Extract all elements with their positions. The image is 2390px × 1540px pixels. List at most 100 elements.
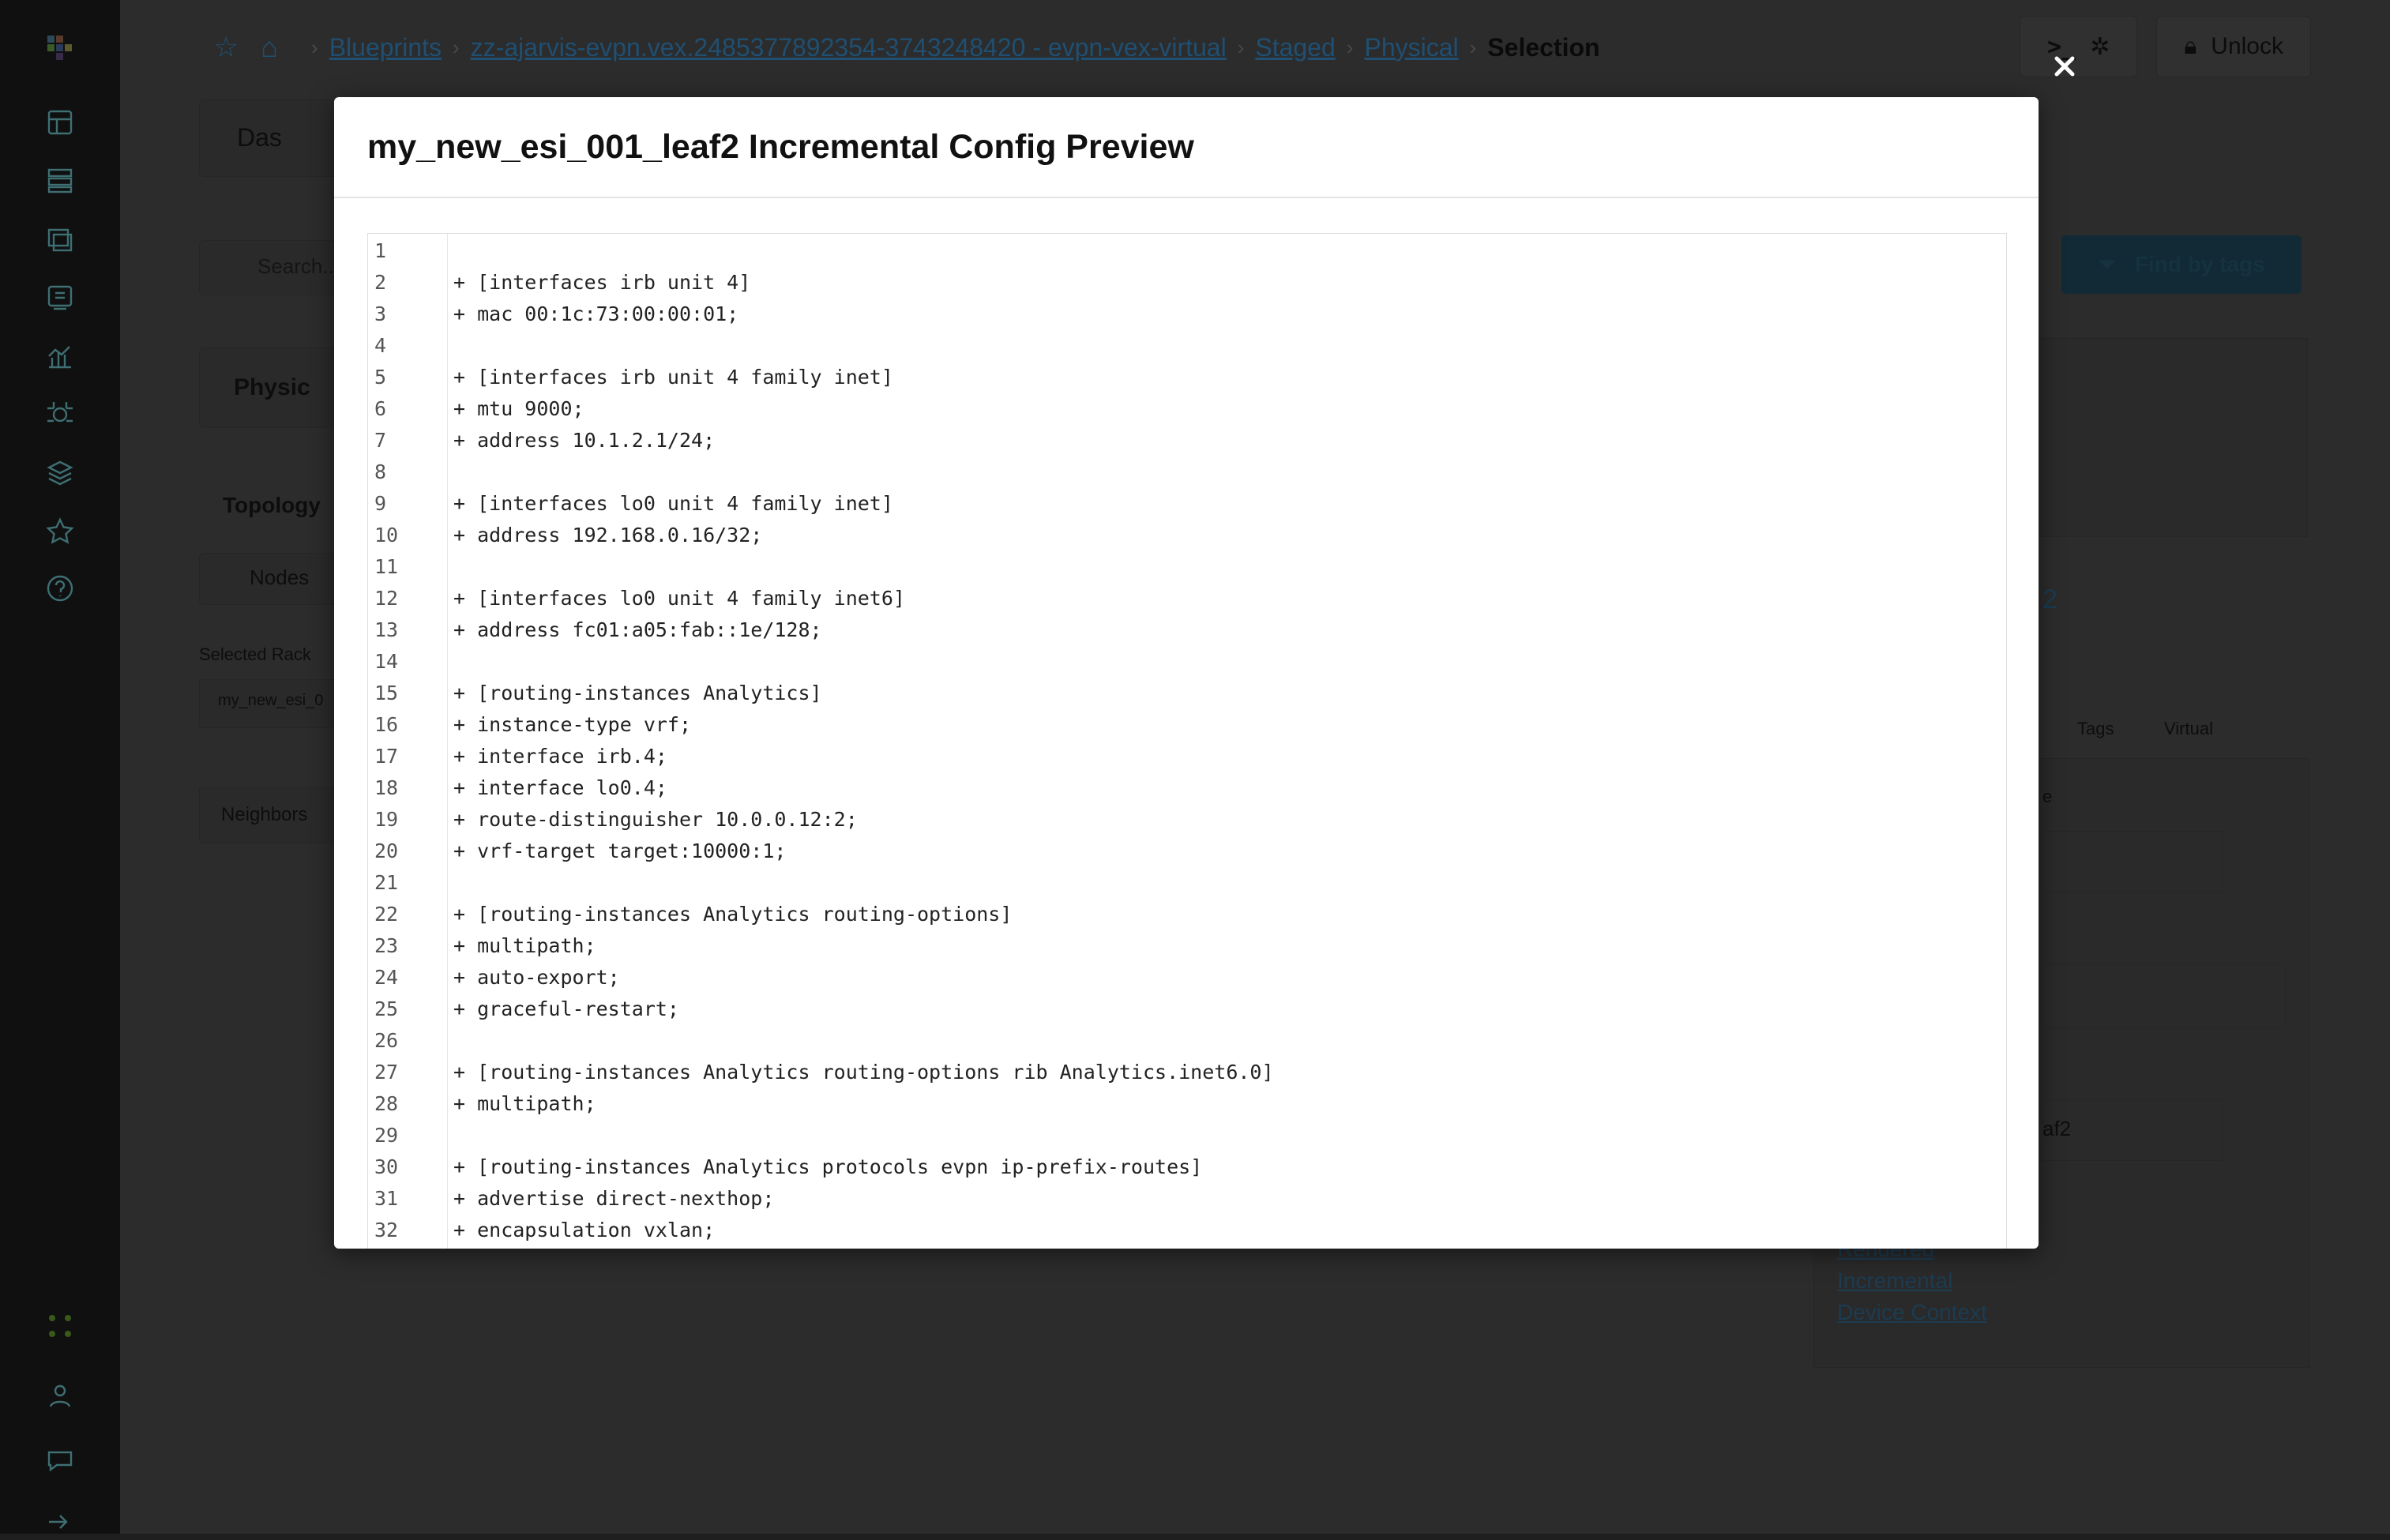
line-text: + interface irb.4; xyxy=(453,745,667,768)
code-line: 9 + [interfaces lo0 unit 4 family inet] xyxy=(368,488,2006,520)
modal-title: my_new_esi_001_leaf2 Incremental Config … xyxy=(367,127,1194,166)
line-number: 24 xyxy=(374,966,399,989)
line-text xyxy=(447,456,453,488)
code-lines: 1 2 + [interfaces irb unit 4] 3 + mac 00:1c:… xyxy=(368,235,2006,1246)
line-text: + route-distinguisher 10.0.0.12:2; xyxy=(453,808,858,831)
bug-icon[interactable]: ✲ xyxy=(2090,33,2110,61)
line-number: 3 xyxy=(374,302,387,325)
line-text: + multipath; xyxy=(453,1092,596,1115)
code-line: 16 + instance-type vrf; xyxy=(368,709,2006,741)
line-number: 2 xyxy=(374,271,387,294)
code-line: 2 + [interfaces irb unit 4] xyxy=(368,267,2006,299)
line-number: 18 xyxy=(374,776,399,799)
breadcrumb: ☆ ⌂ › Blueprints › zz-ajarvis-evpn.vex.2… xyxy=(213,24,1600,71)
lock-icon: 🔒︎ xyxy=(2184,33,2197,59)
line-number: 29 xyxy=(374,1124,399,1147)
analytics-icon[interactable] xyxy=(42,338,78,374)
line-text: + mtu 9000; xyxy=(453,397,584,420)
line-text: + auto-export; xyxy=(453,966,620,989)
code-line: 8 xyxy=(368,456,2006,488)
line-text xyxy=(447,1025,453,1057)
star-icon[interactable]: ☆ xyxy=(213,31,239,64)
close-icon xyxy=(2054,56,2075,77)
user-icon[interactable] xyxy=(42,1377,78,1414)
blueprints-icon[interactable] xyxy=(42,280,78,316)
code-line: 21 xyxy=(368,867,2006,899)
filter-icon: ⏷ xyxy=(2098,251,2116,276)
line-text: + [interfaces lo0 unit 4 family inet] xyxy=(453,492,893,515)
code-line: 5 + [interfaces irb unit 4 family inet] xyxy=(368,362,2006,393)
breadcrumb-current: Selection xyxy=(1487,32,1600,62)
search-placeholder: Search... xyxy=(257,254,340,278)
line-text: + mac 00:1c:73:00:00:01; xyxy=(453,302,739,325)
devices-icon[interactable] xyxy=(42,163,78,199)
line-text: + vrf-target target:10000:1; xyxy=(453,839,787,862)
find-by-tags-button[interactable]: ⏷ Find by tags xyxy=(2061,235,2302,294)
app-logo-icon[interactable] xyxy=(42,30,78,66)
logout-icon[interactable] xyxy=(42,1504,78,1540)
layers-icon[interactable] xyxy=(42,455,78,491)
code-line: 12 + [interfaces lo0 unit 4 family inet6] xyxy=(368,583,2006,614)
line-number: 20 xyxy=(374,839,399,862)
line-number: 15 xyxy=(374,682,399,704)
help-icon[interactable] xyxy=(42,570,78,607)
col-virtual: Virtual xyxy=(2164,719,2213,738)
modal-header: my_new_esi_001_leaf2 Incremental Config … xyxy=(334,97,2039,198)
design-icon[interactable] xyxy=(42,104,78,141)
line-text xyxy=(447,330,453,362)
line-number: 13 xyxy=(374,618,399,641)
code-line: 24 + auto-export; xyxy=(368,962,2006,993)
topology-tab[interactable]: Topology xyxy=(223,493,321,518)
line-number: 16 xyxy=(374,713,399,736)
breadcrumb-blueprints[interactable]: Blueprints xyxy=(329,33,442,62)
line-number: 5 xyxy=(374,366,387,389)
line-text: + encapsulation vxlan; xyxy=(453,1219,716,1241)
line-text xyxy=(447,646,453,678)
neighbors-tab-label: Neighbors xyxy=(221,804,308,825)
line-text: + address 192.168.0.16/32; xyxy=(453,524,763,547)
line-number: 26 xyxy=(374,1029,399,1052)
close-modal-button[interactable] xyxy=(2047,49,2082,84)
incremental-link[interactable]: Incremental xyxy=(1837,1268,1952,1294)
code-line: 25 + graceful-restart; xyxy=(368,993,2006,1025)
line-number: 30 xyxy=(374,1155,399,1178)
breadcrumb-staged[interactable]: Staged xyxy=(1255,33,1335,62)
line-text: + instance-type vrf; xyxy=(453,713,692,736)
device-link[interactable]: 2 xyxy=(2042,584,2057,615)
selected-rack-value: my_new_esi_0 xyxy=(218,692,324,709)
breadcrumb-physical[interactable]: Physical xyxy=(1364,33,1458,62)
breadcrumb-separator: › xyxy=(311,35,318,59)
code-line: 30 + [routing-instances Analytics protoco… xyxy=(368,1151,2006,1183)
sidebar xyxy=(0,0,120,1534)
code-line: 28 + multipath; xyxy=(368,1088,2006,1120)
line-number: 23 xyxy=(374,934,399,957)
row-leaf2-label: af2 xyxy=(2042,1117,2072,1140)
line-number: 10 xyxy=(374,524,399,547)
code-line: 7 + address 10.1.2.1/24; xyxy=(368,425,2006,456)
nodes-button-label: Nodes xyxy=(250,565,310,589)
home-icon[interactable]: ⌂ xyxy=(261,31,278,64)
line-text: + interface lo0.4; xyxy=(453,776,667,799)
line-number: 22 xyxy=(374,903,399,926)
breadcrumb-separator: › xyxy=(1237,35,1245,59)
device-context-link[interactable]: Device Context xyxy=(1837,1300,1987,1325)
line-number: 14 xyxy=(374,650,399,673)
unlock-button[interactable]: 🔒︎ Unlock xyxy=(2156,16,2311,77)
code-line: 3 + mac 00:1c:73:00:00:01; xyxy=(368,299,2006,330)
status-dots-icon xyxy=(42,1308,78,1344)
chat-icon[interactable] xyxy=(42,1442,78,1478)
code-line: 22 + [routing-instances Analytics routing… xyxy=(368,899,2006,930)
line-number: 1 xyxy=(374,239,387,262)
line-text xyxy=(447,1120,453,1151)
code-line: 1 xyxy=(368,235,2006,267)
code-line: 31 + advertise direct-nexthop; xyxy=(368,1183,2006,1215)
line-text: + graceful-restart; xyxy=(453,997,679,1020)
integrations-icon[interactable] xyxy=(42,396,78,433)
code-line: 19 + route-distinguisher 10.0.0.12:2; xyxy=(368,804,2006,836)
line-number: 8 xyxy=(374,460,387,483)
favorites-icon[interactable] xyxy=(42,513,78,550)
line-text: + [routing-instances Analytics] xyxy=(453,682,822,704)
config-code-viewer[interactable]: 1 2 + [interfaces irb unit 4] 3 + mac 00:1c:… xyxy=(367,233,2007,1249)
resources-icon[interactable] xyxy=(42,221,78,257)
breadcrumb-blueprint-name[interactable]: zz-ajarvis-evpn.vex.2485377892354-374324… xyxy=(471,33,1227,62)
